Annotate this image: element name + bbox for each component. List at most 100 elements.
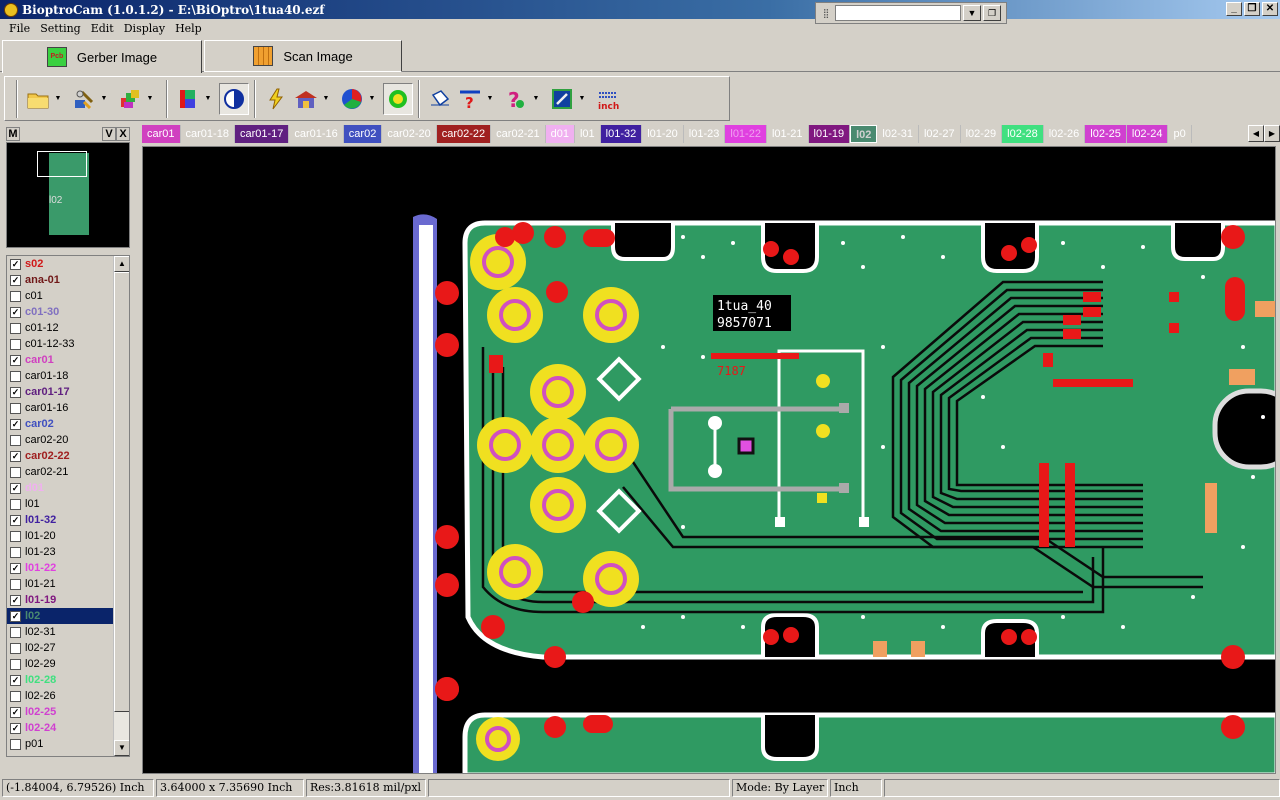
layer-checkbox[interactable]: ✓: [10, 722, 21, 734]
v-button[interactable]: V: [102, 127, 116, 141]
layer-checkbox[interactable]: ✓: [10, 482, 21, 494]
menu-item-edit[interactable]: Edit: [86, 22, 119, 35]
menu-item-display[interactable]: Display: [119, 22, 170, 35]
layer-checkbox[interactable]: [10, 498, 21, 510]
layer-tab[interactable]: l02-26: [1043, 125, 1086, 143]
maximize-button[interactable]: ❐: [1244, 2, 1260, 16]
tools-dropdown[interactable]: ▼: [99, 95, 109, 102]
palette-button[interactable]: [173, 83, 203, 115]
scroll-up-icon[interactable]: ▲: [114, 256, 129, 272]
menu-item-file[interactable]: File: [4, 22, 35, 35]
layer-item[interactable]: l01: [7, 496, 115, 512]
layer-item[interactable]: l01-21: [7, 576, 115, 592]
tab-scroll-left-icon[interactable]: ◀: [1248, 125, 1264, 142]
house-dropdown[interactable]: ▼: [321, 95, 331, 102]
layer-tab[interactable]: l02-25: [1085, 125, 1127, 143]
house-button[interactable]: [291, 83, 321, 115]
layer-item[interactable]: car02-21: [7, 464, 115, 480]
color-wheel-button[interactable]: [337, 83, 367, 115]
layer-item[interactable]: car01-16: [7, 400, 115, 416]
layer-item[interactable]: ✓ l01-32: [7, 512, 115, 528]
layer-item[interactable]: l02-27: [7, 640, 115, 656]
menu-item-help[interactable]: Help: [170, 22, 207, 35]
layer-item[interactable]: car01-18: [7, 368, 115, 384]
layer-item[interactable]: c01-12: [7, 320, 115, 336]
menu-item-setting[interactable]: Setting: [35, 22, 86, 35]
layer-tab[interactable]: l02-28: [1002, 125, 1044, 143]
layer-tab[interactable]: car01: [142, 125, 181, 143]
layer-item[interactable]: ✓ c01-30: [7, 304, 115, 320]
layer-item[interactable]: car02-20: [7, 432, 115, 448]
measure-dropdown[interactable]: ▼: [485, 95, 495, 102]
layer-tab[interactable]: l01: [574, 125, 601, 143]
question-color-button[interactable]: ?: [501, 83, 531, 115]
layer-tab[interactable]: car02-20: [382, 125, 437, 143]
layer-item[interactable]: ✓ d01: [7, 480, 115, 496]
layer-checkbox[interactable]: [10, 642, 21, 654]
layer-checkbox[interactable]: ✓: [10, 514, 21, 526]
gerber-canvas[interactable]: 1tua_40 9857071 7187: [142, 146, 1276, 774]
layer-tab[interactable]: car01-18: [180, 125, 235, 143]
layer-checkbox[interactable]: [10, 530, 21, 542]
layer-tab[interactable]: l01-19: [808, 125, 851, 143]
layer-checkbox[interactable]: ✓: [10, 354, 21, 366]
layer-checkbox[interactable]: [10, 546, 21, 558]
layer-checkbox[interactable]: ✓: [10, 594, 21, 606]
x-button[interactable]: X: [116, 127, 130, 141]
layer-item[interactable]: ✓ l02-24: [7, 720, 115, 736]
layer-tab[interactable]: l01-23: [683, 125, 726, 143]
layer-tab[interactable]: l02: [850, 125, 878, 143]
layer-item[interactable]: c01-12-33: [7, 336, 115, 352]
layers-button[interactable]: [115, 83, 145, 115]
layer-item[interactable]: ✓ ana-01: [7, 272, 115, 288]
layer-checkbox[interactable]: [10, 290, 21, 302]
layer-item[interactable]: ✓ l02-28: [7, 672, 115, 688]
open-dropdown[interactable]: ▼: [53, 95, 63, 102]
layer-item[interactable]: ✓ car02: [7, 416, 115, 432]
layer-tab[interactable]: l01-32: [600, 125, 643, 143]
layer-tab[interactable]: l02-24: [1126, 125, 1169, 143]
layer-checkbox[interactable]: ✓: [10, 562, 21, 574]
tab-scan-image[interactable]: Scan Image: [204, 40, 402, 72]
m-button[interactable]: M: [6, 127, 20, 141]
layer-checkbox[interactable]: [10, 578, 21, 590]
contrast-button[interactable]: [219, 82, 249, 115]
layer-checkbox[interactable]: ✓: [10, 450, 21, 462]
layer-checkbox[interactable]: ✓: [10, 418, 21, 430]
question-color-dropdown[interactable]: ▼: [531, 95, 541, 102]
layer-tab[interactable]: l01-21: [766, 125, 809, 143]
layer-item[interactable]: ✓ car01-17: [7, 384, 115, 400]
layer-item[interactable]: ✓ car01: [7, 352, 115, 368]
layer-checkbox[interactable]: [10, 338, 21, 350]
edit-button[interactable]: [547, 83, 577, 115]
green-dot-button[interactable]: [383, 82, 413, 115]
edit-dropdown[interactable]: ▼: [577, 95, 587, 102]
layer-checkbox[interactable]: [10, 690, 21, 702]
layer-checkbox[interactable]: ✓: [10, 706, 21, 718]
layer-tab[interactable]: l02-29: [960, 125, 1003, 143]
flash-button[interactable]: [261, 83, 291, 115]
layer-tab[interactable]: car01-16: [289, 125, 344, 143]
layer-item[interactable]: l02-26: [7, 688, 115, 704]
tab-gerber-image[interactable]: Pcb Gerber Image: [2, 40, 202, 73]
layer-item[interactable]: ✓ l02-25: [7, 704, 115, 720]
minimize-button[interactable]: _: [1226, 2, 1242, 16]
minimap-viewport[interactable]: [37, 151, 87, 177]
layer-item[interactable]: ✓ s02: [7, 256, 115, 272]
layer-item[interactable]: l01-20: [7, 528, 115, 544]
units-button[interactable]: inch: [593, 83, 623, 115]
layer-checkbox[interactable]: ✓: [10, 258, 21, 270]
layer-checkbox[interactable]: [10, 370, 21, 382]
layer-tab[interactable]: l01-20: [642, 125, 684, 143]
layers-dropdown[interactable]: ▼: [145, 95, 155, 102]
erase-button[interactable]: [425, 83, 455, 115]
layer-checkbox[interactable]: [10, 434, 21, 446]
layer-tab[interactable]: l02-31: [877, 125, 919, 143]
scroll-thumb[interactable]: [114, 272, 129, 712]
layer-tab[interactable]: p0: [1168, 125, 1192, 143]
layer-checkbox[interactable]: [10, 738, 21, 750]
layer-item[interactable]: c01: [7, 288, 115, 304]
layer-tab[interactable]: l01-22: [725, 125, 767, 143]
color-wheel-dropdown[interactable]: ▼: [367, 95, 377, 102]
layer-checkbox[interactable]: ✓: [10, 306, 21, 318]
